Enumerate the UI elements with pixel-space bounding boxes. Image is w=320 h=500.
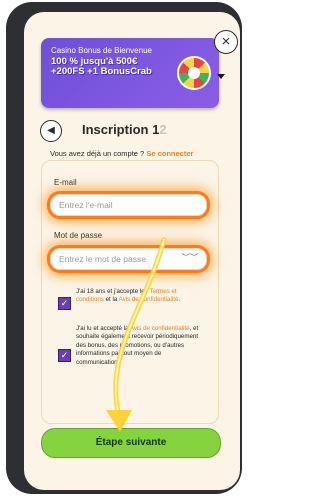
screen: Casino Bonus de Bienvenue 100 % jusqu'à … <box>24 12 240 490</box>
phone-frame: Casino Bonus de Bienvenue 100 % jusqu'à … <box>6 2 242 494</box>
tutorial-arrow-icon <box>106 237 167 432</box>
